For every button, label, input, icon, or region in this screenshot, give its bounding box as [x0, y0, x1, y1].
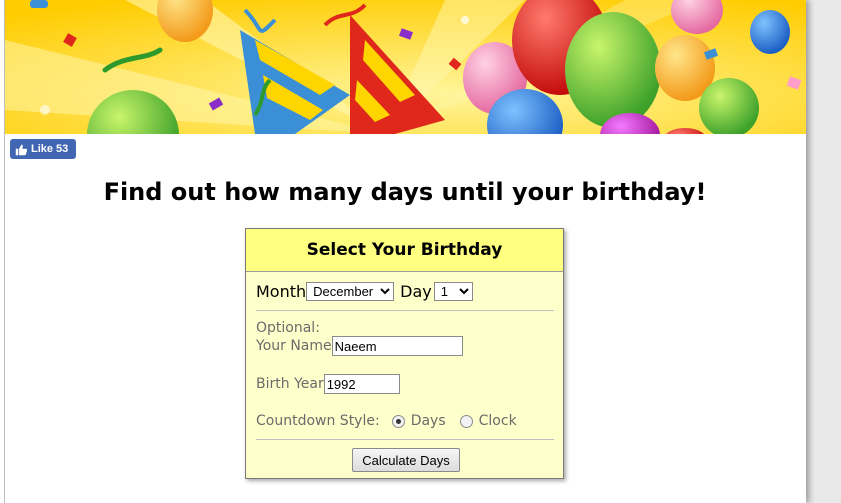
divider [256, 439, 554, 440]
year-row: Birth Year [256, 374, 400, 394]
facebook-like-button[interactable]: Like 53 [10, 139, 76, 159]
day-label: Day [400, 282, 432, 301]
thumbs-up-icon [15, 144, 28, 155]
name-input[interactable] [331, 336, 463, 356]
day-select[interactable]: 1 [433, 282, 473, 301]
name-label: Your Name [256, 338, 332, 354]
banner-image [5, 0, 806, 134]
month-label: Month [256, 282, 307, 301]
page: Like 53 Find out how many days until you… [0, 0, 806, 503]
divider [256, 310, 554, 311]
like-label: Like [31, 143, 54, 155]
birthday-banner [5, 0, 806, 134]
countdown-style-row: Countdown Style: Days Clock [256, 413, 517, 429]
birthday-form: Select Your Birthday Month December Day … [245, 228, 564, 479]
calculate-days-button[interactable]: Calculate Days [352, 448, 460, 472]
page-heading: Find out how many days until your birthd… [103, 178, 707, 206]
countdown-style-label: Countdown Style: [256, 413, 380, 429]
birth-year-label: Birth Year [256, 376, 324, 392]
days-radio[interactable] [391, 414, 405, 428]
month-select[interactable]: December [306, 282, 395, 301]
optional-label: Optional: [256, 320, 320, 336]
form-title: Select Your Birthday [246, 229, 563, 272]
clock-radio[interactable] [459, 414, 473, 428]
birth-year-input[interactable] [323, 374, 400, 394]
like-count: 53 [56, 143, 69, 155]
name-row: Your Name [256, 336, 463, 356]
clock-option-label[interactable]: Clock [479, 413, 517, 429]
date-row: Month December Day 1 [256, 282, 473, 301]
days-option-label[interactable]: Days [411, 413, 446, 429]
